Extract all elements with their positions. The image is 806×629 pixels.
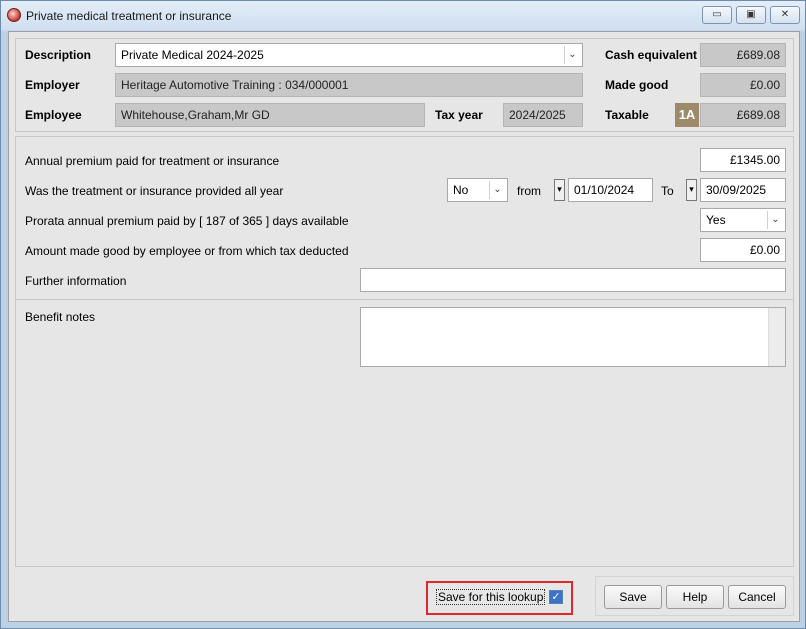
employee-label: Employee <box>25 108 82 122</box>
help-button[interactable]: Help <box>666 585 724 609</box>
chevron-down-icon[interactable]: ⌄ <box>564 46 580 64</box>
maximize-icon: ▣ <box>746 9 756 20</box>
all-year-select[interactable]: No ⌄ <box>447 178 508 202</box>
taxable-label: Taxable <box>605 108 649 122</box>
save-lookup-checkbox[interactable]: ✓ <box>549 590 563 604</box>
taxable-field: £689.08 <box>700 103 786 127</box>
all-year-label: Was the treatment or insurance provided … <box>25 184 284 198</box>
made-good-amount-value: £0.00 <box>749 243 780 257</box>
close-button[interactable]: ✕ <box>770 6 800 24</box>
save-lookup-label[interactable]: Save for this lookup <box>436 589 546 605</box>
header-section: Description Private Medical 2024-2025 ⌄ … <box>15 38 794 132</box>
employee-field: Whitehouse,Graham,Mr GD <box>115 103 425 127</box>
employer-field: Heritage Automotive Training : 034/00000… <box>115 73 583 97</box>
window-title: Private medical treatment or insurance <box>26 9 232 23</box>
to-label: To <box>661 184 674 198</box>
benefit-notes-textarea[interactable] <box>360 307 786 367</box>
save-button[interactable]: Save <box>604 585 662 609</box>
title-bar[interactable]: Private medical treatment or insurance ▭… <box>1 1 805 30</box>
annual-premium-input[interactable]: £1345.00 <box>700 148 786 172</box>
all-year-value: No <box>453 183 469 197</box>
description-label: Description <box>25 48 92 62</box>
made-good-amount-label: Amount made good by employee or from whi… <box>25 244 349 258</box>
tax-year-field: 2024/2025 <box>503 103 583 127</box>
taxable-value: £689.08 <box>736 108 780 122</box>
cash-equivalent-label: Cash equivalent <box>605 48 698 62</box>
benefit-notes-label: Benefit notes <box>25 310 96 324</box>
description-select[interactable]: Private Medical 2024-2025 ⌄ <box>115 43 583 67</box>
made-good-field: £0.00 <box>700 73 786 97</box>
to-date-value: 30/09/2025 <box>706 183 767 197</box>
maximize-button[interactable]: ▣ <box>736 6 766 24</box>
from-date-picker-button[interactable]: ▾ <box>554 179 565 201</box>
from-date-value: 01/10/2024 <box>574 183 635 197</box>
prorata-label: Prorata annual premium paid by [ 187 of … <box>25 214 349 228</box>
tax-year-value: 2024/2025 <box>509 108 566 122</box>
made-good-value: £0.00 <box>749 78 780 92</box>
cash-equivalent-value: £689.08 <box>736 48 780 62</box>
employer-value: Heritage Automotive Training : 034/00000… <box>121 78 349 92</box>
annual-premium-value: £1345.00 <box>729 153 780 167</box>
chevron-down-icon[interactable]: ⌄ <box>767 211 783 229</box>
prorata-value: Yes <box>706 213 726 227</box>
from-label: from <box>517 184 541 198</box>
dialog-window: Private medical treatment or insurance ▭… <box>0 0 806 629</box>
cancel-button[interactable]: Cancel <box>728 585 786 609</box>
further-info-label: Further information <box>25 274 127 288</box>
prorata-select[interactable]: Yes ⌄ <box>700 208 786 232</box>
further-info-input[interactable] <box>360 268 786 292</box>
notes-scrollbar[interactable] <box>768 308 785 366</box>
description-value: Private Medical 2024-2025 <box>121 48 264 62</box>
check-icon: ✓ <box>551 591 561 603</box>
minimize-button[interactable]: ▭ <box>702 6 732 24</box>
details-section: Annual premium paid for treatment or ins… <box>15 136 794 567</box>
tax-year-label: Tax year <box>435 108 483 122</box>
made-good-amount-input[interactable]: £0.00 <box>700 238 786 262</box>
employer-label: Employer <box>25 78 80 92</box>
app-icon <box>7 8 21 22</box>
close-icon: ✕ <box>780 9 790 20</box>
from-date-input[interactable]: 01/10/2024 <box>568 178 653 202</box>
made-good-label: Made good <box>605 78 669 92</box>
employee-value: Whitehouse,Graham,Mr GD <box>121 108 270 122</box>
chevron-down-icon[interactable]: ⌄ <box>489 181 505 199</box>
annual-premium-label: Annual premium paid for treatment or ins… <box>25 154 280 168</box>
minimize-icon: ▭ <box>712 9 722 20</box>
dialog-body: Description Private Medical 2024-2025 ⌄ … <box>8 31 800 622</box>
cash-equivalent-field: £689.08 <box>700 43 786 67</box>
to-date-picker-button[interactable]: ▾ <box>686 179 697 201</box>
to-date-input[interactable]: 30/09/2025 <box>700 178 786 202</box>
divider <box>16 299 793 300</box>
taxable-badge: 1A <box>675 103 699 127</box>
